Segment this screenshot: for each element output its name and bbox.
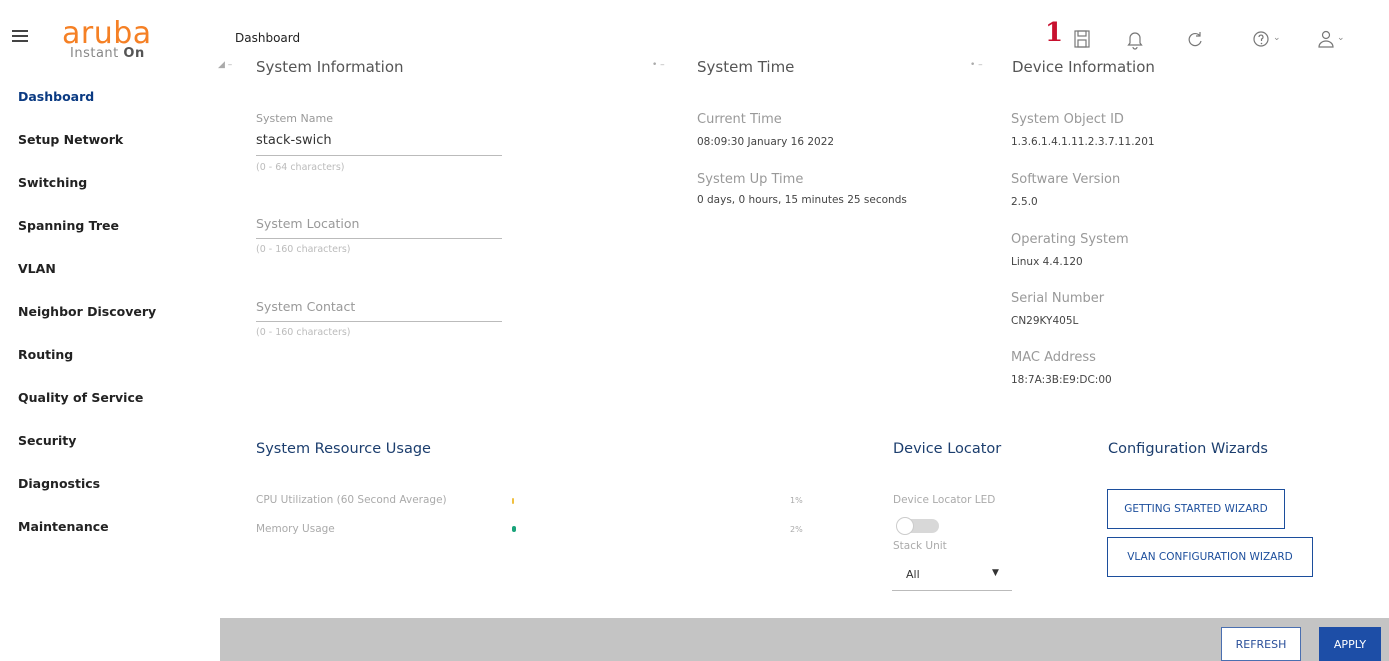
sidebar-item-routing[interactable]: Routing: [18, 345, 156, 388]
stack-unit-select[interactable]: All ▼: [892, 560, 1012, 591]
refresh-button[interactable]: REFRESH: [1221, 627, 1301, 661]
system-object-id-label: System Object ID: [1011, 112, 1124, 127]
help-chevron-down-icon[interactable]: ⌄: [1273, 33, 1281, 43]
current-time-label: Current Time: [697, 112, 782, 127]
vlan-configuration-wizard-button[interactable]: VLAN CONFIGURATION WIZARD: [1107, 537, 1313, 577]
sidebar-item-quality-of-service[interactable]: Quality of Service: [18, 388, 156, 431]
system-contact-hint: (0 - 160 characters): [256, 327, 351, 338]
stack-unit-label: Stack Unit: [893, 540, 947, 552]
logo-sub-prefix: Instant: [70, 46, 124, 61]
system-name-hint: (0 - 64 characters): [256, 162, 345, 173]
software-version-value: 2.5.0: [1011, 196, 1038, 208]
sidebar-item-security[interactable]: Security: [18, 431, 156, 474]
refresh-icon[interactable]: [1184, 28, 1206, 50]
sidebar-item-dashboard[interactable]: Dashboard: [18, 87, 156, 130]
sidebar-item-switching[interactable]: Switching: [18, 173, 156, 216]
system-location-hint: (0 - 160 characters): [256, 244, 351, 255]
cpu-usage-bar: [512, 498, 514, 504]
operating-system-label: Operating System: [1011, 232, 1129, 247]
system-resource-usage-heading: System Resource Usage: [256, 441, 431, 457]
save-icon[interactable]: [1071, 28, 1093, 50]
sidebar-item-neighbor-discovery[interactable]: Neighbor Discovery: [18, 302, 156, 345]
caret-down-icon: ▼: [992, 568, 999, 578]
footer-bar: REFRESH APPLY: [220, 618, 1389, 661]
system-contact-input[interactable]: System Contact: [256, 299, 355, 314]
apply-button[interactable]: APPLY: [1319, 627, 1381, 661]
system-location-input[interactable]: System Location: [256, 216, 359, 231]
hamburger-menu-icon[interactable]: [12, 30, 28, 42]
collapse-device-info-icon[interactable]: • –: [970, 60, 983, 70]
mac-address-label: MAC Address: [1011, 350, 1096, 365]
memory-usage-label: Memory Usage: [256, 523, 335, 535]
system-contact-underline: [256, 321, 502, 322]
page-title: Dashboard: [235, 31, 301, 45]
device-locator-led-toggle[interactable]: [896, 517, 939, 535]
operating-system-value: Linux 4.4.120: [1011, 256, 1083, 268]
system-information-heading: System Information: [256, 58, 404, 76]
annotation-marker: 1: [1045, 18, 1064, 48]
device-locator-heading: Device Locator: [893, 441, 1002, 457]
sidebar-item-diagnostics[interactable]: Diagnostics: [18, 474, 156, 517]
device-locator-led-label: Device Locator LED: [893, 494, 996, 506]
help-icon[interactable]: [1250, 28, 1272, 50]
sidebar-item-spanning-tree[interactable]: Spanning Tree: [18, 216, 156, 259]
serial-number-label: Serial Number: [1011, 291, 1105, 306]
logo-subtitle: Instant On: [70, 46, 145, 61]
system-object-id-value: 1.3.6.1.4.1.11.2.3.7.11.201: [1011, 136, 1155, 148]
toggle-knob: [896, 517, 914, 535]
system-location-underline: [256, 238, 502, 239]
cpu-utilization-label: CPU Utilization (60 Second Average): [256, 494, 447, 506]
sidebar-item-vlan[interactable]: VLAN: [18, 259, 156, 302]
system-up-time-value: 0 days, 0 hours, 15 minutes 25 seconds: [697, 194, 907, 206]
system-time-heading: System Time: [697, 58, 795, 76]
logo-sub-suffix: On: [123, 46, 145, 61]
system-up-time-label: System Up Time: [697, 172, 804, 187]
aruba-logo: aruba Instant On: [62, 16, 172, 64]
sidebar: aruba Instant On Dashboard Setup Network…: [0, 0, 220, 661]
cpu-usage-percent: 1%: [790, 496, 803, 505]
sidebar-item-maintenance[interactable]: Maintenance: [18, 517, 156, 560]
getting-started-wizard-button[interactable]: GETTING STARTED WIZARD: [1107, 489, 1285, 529]
sidebar-nav: Dashboard Setup Network Switching Spanni…: [18, 87, 156, 560]
system-name-underline: [256, 155, 502, 156]
serial-number-value: CN29KY405L: [1011, 315, 1079, 327]
collapse-system-info-icon[interactable]: ◢ –: [218, 60, 232, 70]
system-name-label: System Name: [256, 112, 333, 125]
logo-brand: aruba: [62, 16, 152, 51]
mac-address-value: 18:7A:3B:E9:DC:00: [1011, 374, 1112, 386]
current-time-value: 08:09:30 January 16 2022: [697, 136, 835, 148]
configuration-wizards-heading: Configuration Wizards: [1108, 441, 1268, 457]
stack-unit-value: All: [906, 568, 920, 581]
sidebar-item-setup-network[interactable]: Setup Network: [18, 130, 156, 173]
user-icon[interactable]: [1315, 28, 1337, 50]
software-version-label: Software Version: [1011, 172, 1121, 187]
memory-usage-percent: 2%: [790, 525, 803, 534]
collapse-system-time-icon[interactable]: • –: [652, 60, 665, 70]
user-chevron-down-icon[interactable]: ⌄: [1337, 33, 1345, 43]
memory-usage-bar: [512, 526, 516, 532]
bell-icon[interactable]: [1124, 28, 1146, 50]
system-name-input[interactable]: stack-swich: [256, 133, 332, 148]
device-information-heading: Device Information: [1012, 58, 1155, 76]
